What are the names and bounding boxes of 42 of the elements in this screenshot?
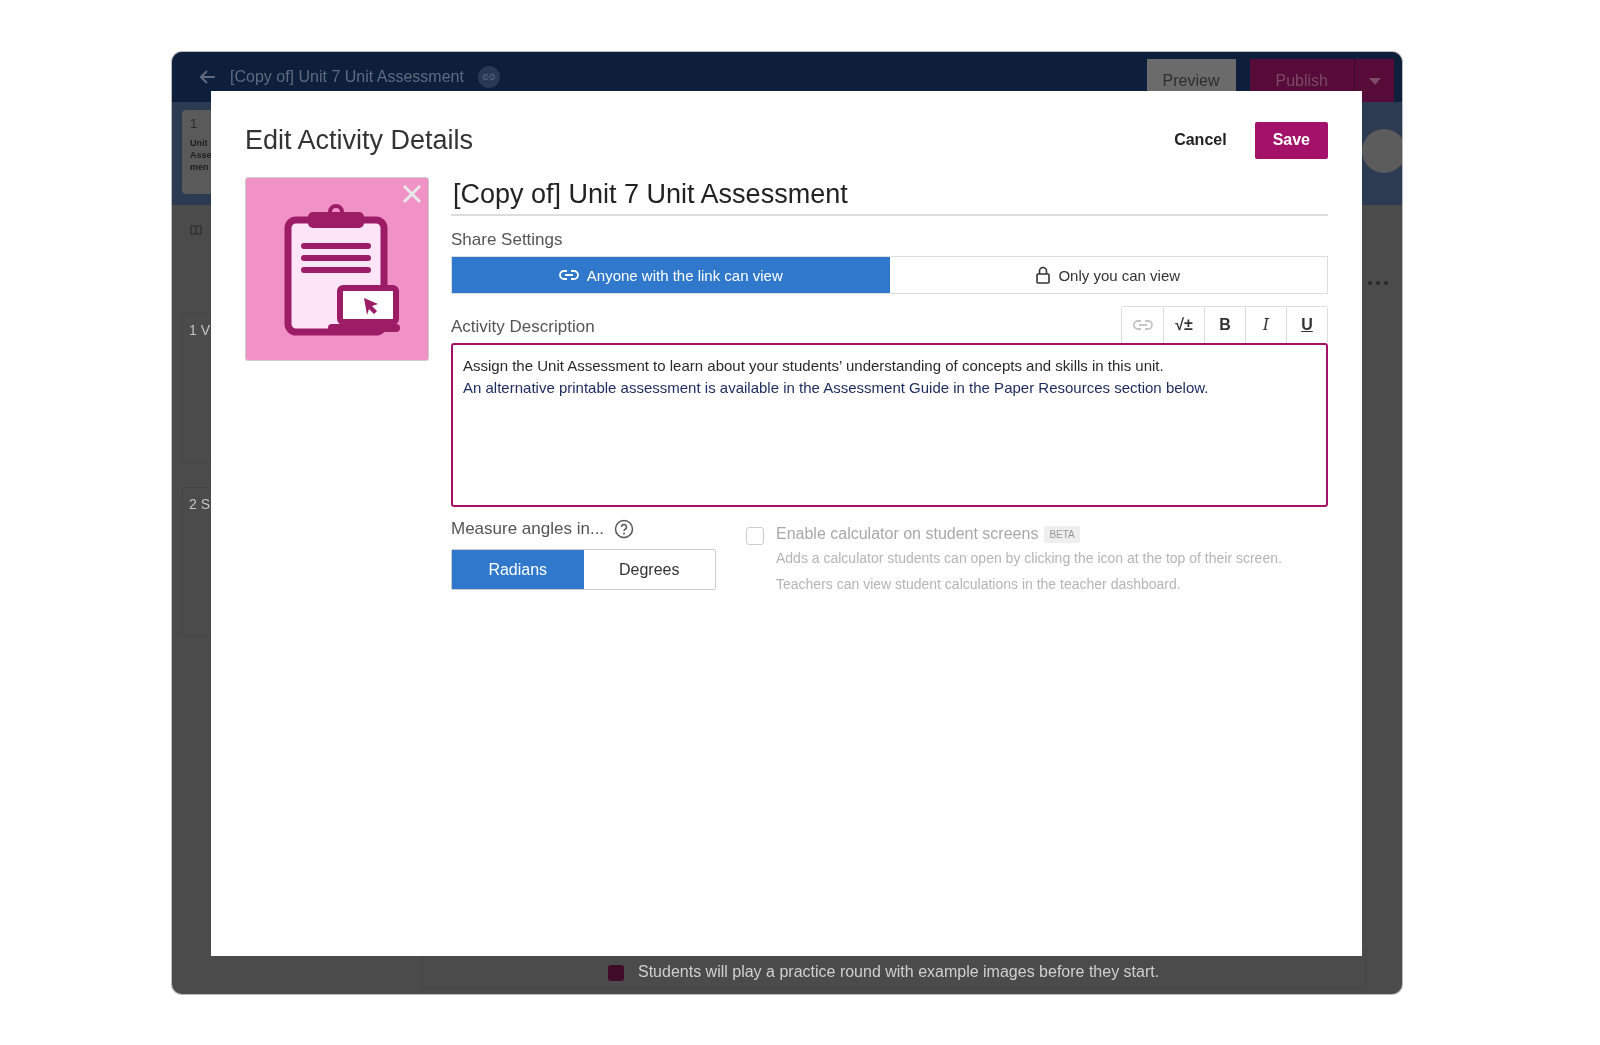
underline-icon: U: [1301, 317, 1313, 333]
back-arrow-icon[interactable]: [200, 70, 216, 84]
calculator-help-text: Adds a calculator students can open by clicking the icon at the top of their screen.: [776, 549, 1282, 568]
slide-title: men: [190, 161, 209, 173]
note-text: Students will play a practice round with example images before they start.: [638, 963, 1160, 981]
lock-icon: [1036, 266, 1051, 284]
clipboard-laptop-icon: [284, 204, 402, 336]
book-icon: [190, 225, 202, 235]
more-icon[interactable]: [1368, 281, 1388, 285]
close-icon[interactable]: [402, 184, 422, 204]
description-text: An alternative printable assessment is available in the Assessment Guide in the Paper Resources section below.: [463, 378, 1210, 398]
cancel-button[interactable]: Cancel: [1166, 121, 1235, 159]
share-option[interactable]: Anyone with the link can view: [452, 257, 890, 293]
publish-menu-button[interactable]: [1354, 59, 1394, 103]
slide-title: Unit: [190, 137, 208, 149]
link-icon: [1132, 319, 1153, 331]
bold-icon: B: [1219, 317, 1231, 333]
calculator-help-text: Teachers can view student calculations in the teacher dashboard.: [776, 575, 1182, 594]
square-root-icon: √±: [1175, 317, 1193, 333]
link-icon[interactable]: [477, 66, 500, 88]
help-icon[interactable]: [614, 519, 635, 539]
italic-icon: I: [1262, 317, 1270, 333]
share-settings-label: Share Settings: [451, 230, 564, 250]
description-field[interactable]: [451, 343, 1328, 507]
dialog-title: Edit Activity Details: [245, 124, 475, 156]
beta-badge: BETA: [1044, 525, 1080, 543]
activity-name-field[interactable]: [Copy of] Unit 7 Unit Assessment: [451, 177, 1328, 216]
caret-icon: [1368, 77, 1381, 85]
link-icon: [558, 269, 579, 281]
angle-unit-option[interactable]: Radians: [452, 550, 584, 589]
section-heading: 1 V: [189, 322, 210, 338]
description-text: Assign the Unit Assessment to learn about your students’ understanding of concepts and skills in this unit.: [463, 356, 1165, 376]
format-button[interactable]: U: [1286, 307, 1327, 343]
angles-label: Measure angles in...: [451, 519, 605, 539]
description-label: Activity Description: [451, 317, 595, 337]
section-heading: 2 S: [189, 496, 210, 512]
slide-title: Asse: [190, 149, 212, 161]
calculator-label: Enable calculator on student screens: [776, 525, 1039, 543]
checkbox-icon: [608, 965, 624, 981]
activity-title: [Copy of] Unit 7 Unit Assessment: [230, 68, 464, 86]
save-button[interactable]: Save: [1254, 121, 1328, 159]
activity-image[interactable]: [245, 177, 429, 361]
